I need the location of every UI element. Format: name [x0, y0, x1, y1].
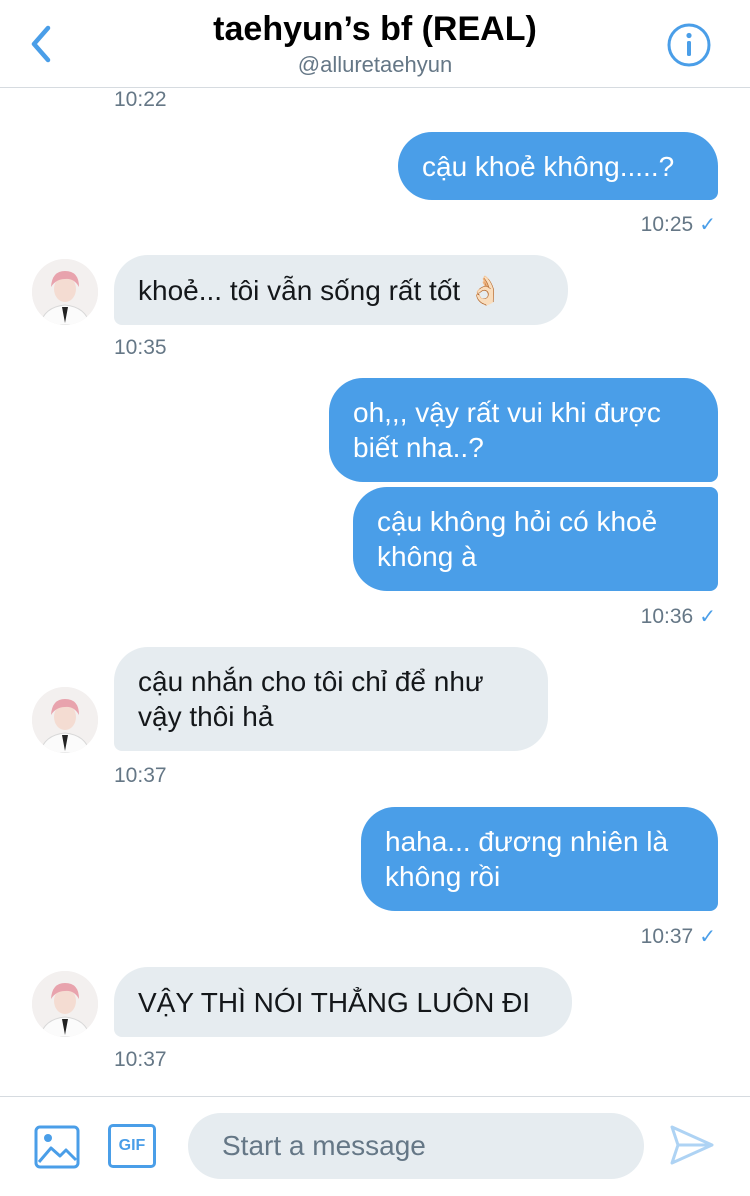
message-timestamp: 10:36 ✓ [640, 605, 716, 628]
message-text: cậu không hỏi có khoẻ không à [377, 506, 658, 572]
incoming-message[interactable]: khoẻ... tôi vẫn sống rất tốt 👌🏻 [114, 255, 568, 325]
avatar-image [32, 971, 98, 1037]
message-timestamp: 10:22 [114, 88, 167, 111]
message-timestamp: 10:35 [114, 336, 167, 359]
message-timestamp: 10:37 ✓ [640, 925, 716, 948]
message-input[interactable] [188, 1113, 644, 1179]
incoming-message[interactable]: VẬY THÌ NÓI THẲNG LUÔN ĐI [114, 967, 572, 1037]
message-text: cậu khoẻ không.....? [422, 150, 675, 182]
outgoing-message[interactable]: oh,,, vậy rất vui khi được biết nha..? [329, 378, 718, 482]
message-timestamp: 10:37 [114, 764, 167, 787]
send-icon[interactable] [668, 1121, 716, 1169]
outgoing-message[interactable]: haha... đương nhiên là không rồi [361, 807, 718, 911]
info-icon[interactable] [666, 22, 712, 68]
avatar-image [32, 259, 98, 325]
read-check-icon: ✓ [699, 926, 716, 948]
message-text: VẬY THÌ NÓI THẲNG LUÔN ĐI [138, 986, 531, 1018]
message-timestamp: 10:37 [114, 1048, 167, 1071]
message-text: oh,,, vậy rất vui khi được biết nha..? [353, 397, 661, 463]
avatar[interactable] [32, 687, 98, 753]
read-check-icon: ✓ [699, 214, 716, 236]
gif-label: GIF [118, 1137, 146, 1154]
read-check-icon: ✓ [699, 606, 716, 628]
gif-button[interactable]: GIF [108, 1124, 156, 1168]
conversation-header: taehyun’s bf (REAL) @alluretaehyun [0, 0, 750, 88]
outgoing-message[interactable]: cậu khoẻ không.....? [398, 132, 718, 200]
outgoing-message[interactable]: cậu không hỏi có khoẻ không à [353, 487, 718, 591]
message-text: khoẻ... tôi vẫn sống rất tốt 👌🏻 [138, 274, 503, 306]
avatar[interactable] [32, 971, 98, 1037]
message-text: cậu nhắn cho tôi chỉ để như vậy thôi hả [138, 666, 484, 732]
conversation-handle: @alluretaehyun [297, 52, 453, 77]
message-timestamp: 10:25 ✓ [640, 213, 716, 236]
incoming-message[interactable]: cậu nhắn cho tôi chỉ để như vậy thôi hả [114, 647, 548, 751]
image-icon[interactable] [34, 1124, 80, 1170]
conversation-title[interactable]: taehyun’s bf (REAL) [0, 10, 750, 49]
message-text: haha... đương nhiên là không rồi [385, 826, 669, 892]
avatar[interactable] [32, 259, 98, 325]
avatar-image [32, 687, 98, 753]
message-composer: GIF [0, 1096, 750, 1196]
